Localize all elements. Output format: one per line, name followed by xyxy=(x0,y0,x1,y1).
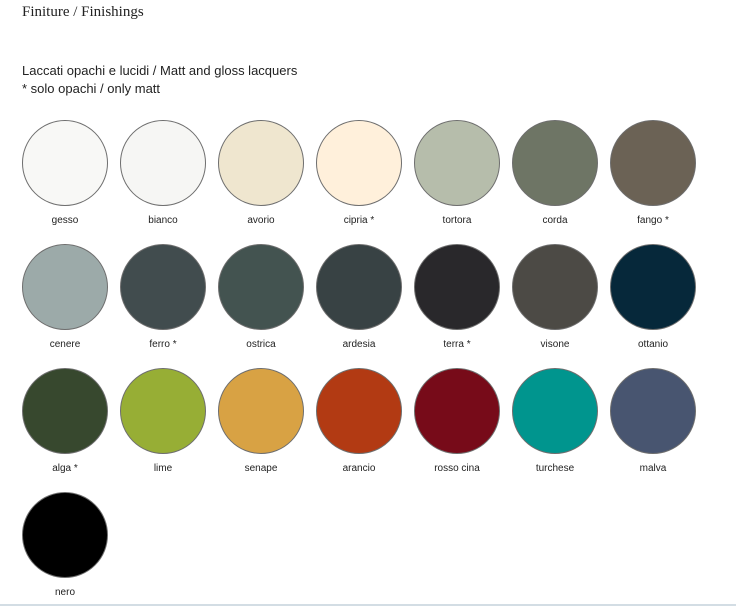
swatch-circle xyxy=(218,368,304,454)
swatch-label: avorio xyxy=(247,215,275,226)
swatch-label: nero xyxy=(54,587,75,598)
swatch-label: ardesia xyxy=(342,339,376,350)
swatch-label: ottanio xyxy=(637,339,669,350)
swatch-label: gesso xyxy=(51,215,79,226)
swatch-label: bianco xyxy=(148,215,178,226)
color-swatch: lime xyxy=(120,368,206,492)
swatch-circle xyxy=(22,120,108,206)
swatch-circle xyxy=(120,244,206,330)
swatch-circle xyxy=(610,368,696,454)
color-swatch: alga * xyxy=(22,368,108,492)
color-swatch: terra * xyxy=(414,244,500,368)
color-swatch: malva xyxy=(610,368,696,492)
swatch-circle xyxy=(218,120,304,206)
swatch-label: ferro * xyxy=(149,339,177,350)
color-swatch: bianco xyxy=(120,120,206,244)
swatch-circle xyxy=(512,368,598,454)
color-swatch: arancio xyxy=(316,368,402,492)
swatch-label: visone xyxy=(540,339,570,350)
swatch-label: lime xyxy=(153,463,173,474)
color-swatch: ottanio xyxy=(610,244,696,368)
swatch-circle xyxy=(22,368,108,454)
swatch-circle xyxy=(22,492,108,578)
swatch-label: fango * xyxy=(637,215,669,226)
swatch-circle xyxy=(120,368,206,454)
swatch-grid: gesso bianco avorio cipria * tortora corda fan… xyxy=(22,120,696,616)
swatch-circle xyxy=(512,244,598,330)
color-swatch: cipria * xyxy=(316,120,402,244)
color-swatch: visone xyxy=(512,244,598,368)
swatch-circle xyxy=(316,120,402,206)
color-swatch: rosso cina xyxy=(414,368,500,492)
swatch-circle xyxy=(120,120,206,206)
swatch-circle xyxy=(316,368,402,454)
swatch-label: terra * xyxy=(443,339,471,350)
swatch-label: corda xyxy=(542,215,568,226)
swatch-label: cipria * xyxy=(343,215,375,226)
color-swatch: nero xyxy=(22,492,108,616)
swatch-label: alga * xyxy=(52,463,78,474)
swatch-circle xyxy=(610,120,696,206)
section-heading: Laccati opachi e lucidi / Matt and gloss… xyxy=(22,63,298,78)
swatch-label: ostrica xyxy=(246,339,276,350)
color-swatch: ferro * xyxy=(120,244,206,368)
swatch-circle xyxy=(414,244,500,330)
swatch-label: arancio xyxy=(342,463,376,474)
swatch-circle xyxy=(414,120,500,206)
swatch-circle xyxy=(610,244,696,330)
color-swatch: senape xyxy=(218,368,304,492)
swatch-circle xyxy=(22,244,108,330)
color-swatch: cenere xyxy=(22,244,108,368)
swatch-label: senape xyxy=(244,463,278,474)
swatch-label: rosso cina xyxy=(434,463,480,474)
color-swatch: avorio xyxy=(218,120,304,244)
color-swatch: ardesia xyxy=(316,244,402,368)
section-note: * solo opachi / only matt xyxy=(22,81,161,96)
color-swatch: fango * xyxy=(610,120,696,244)
swatch-label: turchese xyxy=(535,463,575,474)
swatch-label: tortora xyxy=(442,215,472,226)
swatch-label: cenere xyxy=(49,339,81,350)
swatch-circle xyxy=(218,244,304,330)
color-swatch: ostrica xyxy=(218,244,304,368)
swatch-circle xyxy=(414,368,500,454)
color-swatch: turchese xyxy=(512,368,598,492)
swatch-circle xyxy=(512,120,598,206)
swatch-circle xyxy=(316,244,402,330)
color-swatch: gesso xyxy=(22,120,108,244)
swatch-label: malva xyxy=(639,463,667,474)
color-swatch: tortora xyxy=(414,120,500,244)
page-title: Finiture / Finishings xyxy=(22,4,144,20)
color-swatch: corda xyxy=(512,120,598,244)
